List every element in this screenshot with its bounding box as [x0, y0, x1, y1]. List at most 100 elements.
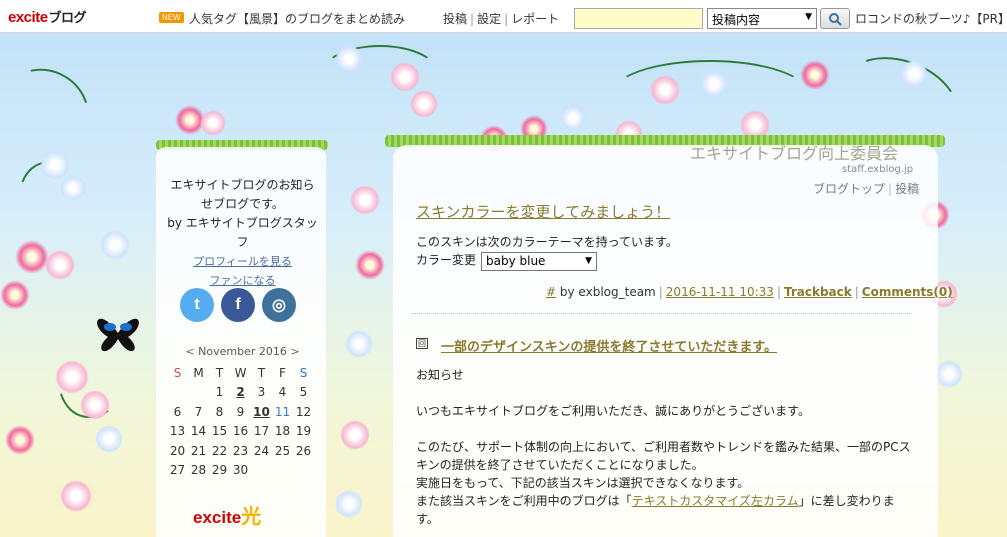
- header-links: 投稿 | 設定 | レポート: [443, 12, 560, 26]
- instagram-button[interactable]: ◎: [262, 288, 296, 322]
- search-icon: [829, 12, 842, 26]
- search-input[interactable]: [574, 8, 703, 29]
- blog-title[interactable]: エキサイトブログ向上委員会: [690, 140, 898, 164]
- day-cell: 8: [215, 404, 224, 419]
- post-paragraph: お知らせ: [416, 368, 464, 382]
- facebook-button[interactable]: f: [221, 288, 255, 322]
- day-cell: 9: [236, 404, 245, 419]
- settings-link[interactable]: 設定: [477, 12, 501, 26]
- calendar-week: 1 2 3 4 5: [167, 383, 314, 403]
- post-body: お知らせ いつもエキサイトブログをご利用いただき、誠にありがとうございます。 こ…: [416, 366, 911, 528]
- blog-url: staff.exblog.jp: [842, 164, 914, 175]
- day-cell: 16: [232, 424, 249, 439]
- chevron-down-icon: ▼: [805, 12, 812, 22]
- new-badge: NEW: [159, 12, 184, 23]
- profile-text-line2: せブログです。: [201, 197, 284, 211]
- comments-link[interactable]: Comments(0): [862, 285, 953, 299]
- skin-link[interactable]: テキストカスタマイズ左カラム: [632, 494, 799, 508]
- popular-tag-link[interactable]: 人気タグ【風景】のブログをまとめ読み: [189, 10, 405, 27]
- global-header: exciteブログ NEW 人気タグ【風景】のブログをまとめ読み 投稿 | 設定 | レ…: [0, 0, 1007, 33]
- logo-sub: ブログ: [48, 10, 87, 25]
- day-cell: [272, 461, 293, 481]
- day-cell: 23: [232, 443, 249, 458]
- day-cell: 25: [274, 443, 291, 458]
- post-meta: # by exblog_team | 2016-11-11 10:33 | Trackb…: [546, 285, 953, 299]
- day-cell: 18: [274, 424, 291, 439]
- day-cell-link[interactable]: 10: [251, 402, 272, 422]
- post-divider: [412, 313, 912, 314]
- day-cell: [251, 461, 272, 481]
- weekday-cell: W: [234, 365, 247, 380]
- post-category-icon: 回: [416, 338, 428, 349]
- color-theme-select[interactable]: baby blue ▼: [481, 252, 597, 271]
- day-cell: 13: [169, 424, 186, 439]
- day-cell-link[interactable]: 2: [230, 383, 251, 403]
- trackback-link[interactable]: Trackback: [784, 285, 852, 299]
- profile-box: エキサイトブログのお知ら せブログです。 by エキサイトブログスタッフ プロフ…: [165, 176, 320, 290]
- weekday-cell: S: [299, 365, 308, 380]
- profile-link[interactable]: プロフィールを見る: [193, 255, 292, 268]
- chevron-down-icon: ▼: [585, 256, 592, 266]
- day-cell: 29: [211, 463, 228, 478]
- profile-text-line3: by エキサイトブログスタッフ: [167, 216, 318, 249]
- butterfly-icon: [97, 318, 139, 352]
- facebook-icon: f: [235, 296, 241, 313]
- calendar-week: 27 28 29 30: [167, 461, 314, 481]
- fan-link[interactable]: ファンになる: [210, 274, 276, 287]
- search-scope-value: 投稿内容: [712, 13, 761, 27]
- post-text: このスキンは次のカラーテーマを持っています。: [416, 235, 678, 249]
- post-title[interactable]: スキンカラーを変更してみましょう！: [416, 201, 670, 222]
- day-cell: [167, 383, 188, 403]
- excite-blog-logo[interactable]: exciteブログ: [8, 7, 87, 26]
- day-cell: 6: [173, 404, 182, 419]
- permalink[interactable]: #: [546, 285, 556, 299]
- calendar: S M T W T F S 1 2 3 4 5 6 7 8 9 10 11 12…: [167, 363, 314, 480]
- weekday-cell: M: [193, 365, 204, 380]
- calendar-header: < November 2016 >: [165, 345, 320, 358]
- post-date[interactable]: 2016-11-11 10:33: [666, 285, 774, 299]
- post-author: by exblog_team: [559, 285, 656, 299]
- profile-text-line1: エキサイトブログのお知ら: [170, 178, 315, 192]
- excite-hikari-logo[interactable]: excite光: [193, 500, 261, 529]
- day-cell: 1: [215, 385, 224, 400]
- twitter-button[interactable]: t: [180, 288, 214, 322]
- day-cell: 22: [211, 443, 228, 458]
- post-line: このたび、サポート体制の向上において、ご利用者数やトレンドを鑑みた結果、一部のP…: [416, 440, 911, 454]
- instagram-icon: ◎: [272, 297, 286, 314]
- calendar-prev[interactable]: <: [185, 345, 194, 358]
- post-paragraph: いつもエキサイトブログをご利用いただき、誠にありがとうございます。: [416, 404, 810, 418]
- weekday-cell: T: [257, 365, 266, 380]
- post-line: キンの提供を終了させていただくことになりました。: [416, 458, 704, 472]
- post-link[interactable]: 投稿: [443, 12, 467, 26]
- day-cell: 15: [211, 424, 228, 439]
- search-scope-select[interactable]: 投稿内容 ▼: [707, 8, 817, 29]
- day-cell: 26: [295, 443, 312, 458]
- calendar-weekdays: S M T W T F S: [167, 363, 314, 383]
- search-button[interactable]: [820, 8, 850, 29]
- day-cell: 7: [194, 404, 203, 419]
- calendar-week: 13 14 15 16 17 18 19: [167, 422, 314, 442]
- day-cell: 30: [232, 463, 249, 478]
- weekday-cell: F: [279, 365, 286, 380]
- day-cell: 12: [295, 404, 312, 419]
- day-cell: 17: [253, 424, 270, 439]
- blog-post-link[interactable]: 投稿: [895, 182, 919, 196]
- post-title[interactable]: 一部のデザインスキンの提供を終了させていただきます。: [441, 336, 777, 355]
- hikari-logo-text: 光: [241, 506, 262, 528]
- day-cell-today: 11: [274, 404, 291, 419]
- blog-top-link[interactable]: ブログトップ: [813, 182, 885, 196]
- report-link[interactable]: レポート: [511, 12, 559, 26]
- ad-link[interactable]: ロコンドの秋ブーツ♪【PR】: [855, 10, 1007, 27]
- blog-nav: ブログトップ | 投稿: [813, 182, 920, 196]
- day-cell: 5: [299, 385, 308, 400]
- day-cell: 28: [190, 463, 207, 478]
- day-cell: 19: [295, 424, 312, 439]
- day-cell: 14: [190, 424, 207, 439]
- calendar-month[interactable]: November 2016: [198, 345, 287, 358]
- day-cell: 4: [278, 385, 287, 400]
- post-line: 実施日をもって、下記の該当スキンは選択できなくなります。: [416, 476, 750, 490]
- day-cell: 21: [190, 443, 207, 458]
- day-cell: [293, 461, 314, 481]
- calendar-next[interactable]: >: [290, 345, 299, 358]
- post-text: また該当スキンをご利用中のブログは「: [416, 494, 632, 508]
